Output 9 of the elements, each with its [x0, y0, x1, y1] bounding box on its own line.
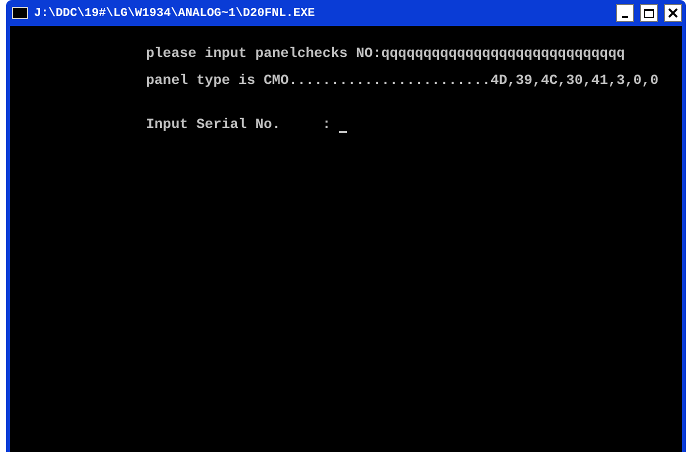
console-text: please input panelchecks NO:qqqqqqqqqqqqqqqqqqqqqqqqqqqqq	[146, 45, 625, 64]
maximize-button[interactable]	[640, 4, 658, 22]
close-button[interactable]	[664, 4, 682, 22]
window-title: J:\DDC\19#\LG\W1934\ANALOG~1\D20FNL.EXE	[34, 5, 315, 22]
serial-prompt: Input Serial No. :	[146, 116, 331, 135]
console-icon	[12, 7, 28, 19]
close-icon	[668, 8, 678, 18]
minimize-button[interactable]	[616, 4, 634, 22]
console-text: panel type is CMO........................4D,39,4C,30,41,3,0,0	[146, 72, 658, 91]
